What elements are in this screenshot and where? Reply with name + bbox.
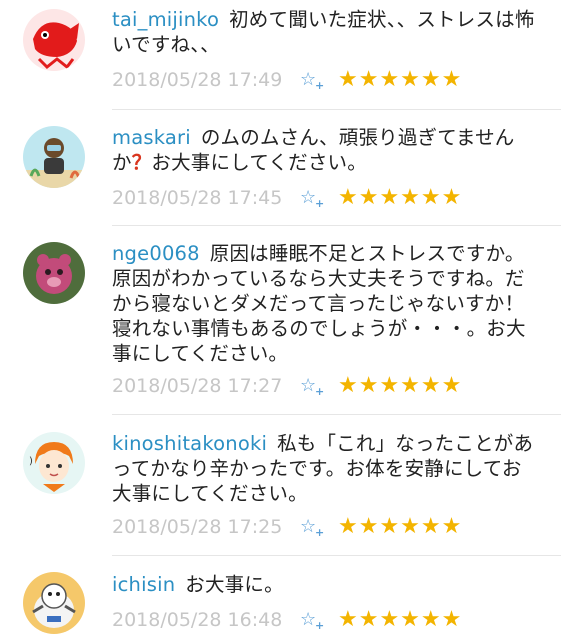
username-link[interactable]: kinoshitakonoki xyxy=(112,432,267,455)
avatar[interactable]: ) xyxy=(23,432,85,494)
divider xyxy=(112,109,561,110)
username-link[interactable]: ichisin xyxy=(112,573,175,596)
star-rating: ★★★★★★ xyxy=(338,607,463,632)
comment-text: kinoshitakonoki 私も「これ」なったことがあってかなり辛かったです。… xyxy=(112,431,541,506)
star-rating: ★★★★★★ xyxy=(338,514,463,539)
avatar[interactable] xyxy=(23,242,85,304)
star-plus-icon[interactable]: ☆ + xyxy=(300,376,326,399)
username-link[interactable]: maskari xyxy=(112,126,191,149)
question-icon: ？ xyxy=(131,151,152,174)
timestamp: 2018/05/28 17:49 xyxy=(112,69,283,91)
divider xyxy=(112,414,561,415)
timestamp: 2018/05/28 17:27 xyxy=(112,375,283,397)
username-link[interactable]: nge0068 xyxy=(112,242,200,265)
comment-body: お大事に。 xyxy=(185,573,284,596)
timestamp: 2018/05/28 17:45 xyxy=(112,187,283,209)
svg-text:): ) xyxy=(29,456,33,467)
star-rating: ★★★★★★ xyxy=(338,185,463,210)
timestamp: 2018/05/28 16:48 xyxy=(112,609,283,631)
timestamp: 2018/05/28 17:25 xyxy=(112,516,283,538)
star-rating: ★★★★★★ xyxy=(338,373,463,398)
avatar[interactable] xyxy=(23,126,85,188)
star-rating: ★★★★★★ xyxy=(338,67,463,92)
star-plus-icon[interactable]: ☆ + xyxy=(300,188,326,211)
comment-text: nge0068 原因は睡眠不足とストレスですか。原因がわかっているなら大丈夫そうで… xyxy=(112,241,541,366)
divider xyxy=(112,225,561,226)
avatar[interactable] xyxy=(23,572,85,634)
divider xyxy=(112,555,561,556)
star-plus-icon[interactable]: ☆ + xyxy=(300,610,326,633)
star-plus-icon[interactable]: ☆ + xyxy=(300,70,326,93)
avatar[interactable] xyxy=(23,9,85,71)
comment-text: maskari のムのムさん、頑張り過ぎてませんか？お大事にしてください。 xyxy=(112,125,541,175)
star-plus-icon[interactable]: ☆ + xyxy=(300,517,326,540)
comment-text: tai_mijinko 初めて聞いた症状、、ストレスは怖いですね、、 xyxy=(112,7,541,57)
comment-text: ichisin お大事に。 xyxy=(112,572,541,597)
comment-body: お大事にしてください。 xyxy=(151,151,367,174)
username-link[interactable]: tai_mijinko xyxy=(112,8,219,31)
